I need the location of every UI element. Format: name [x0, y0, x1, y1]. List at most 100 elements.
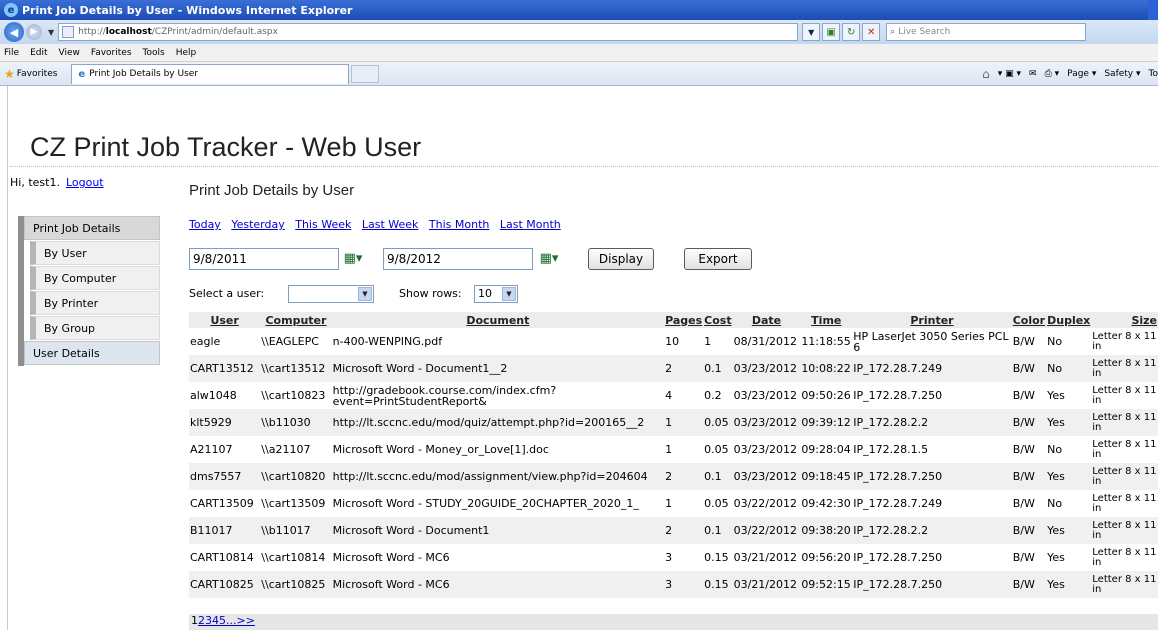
- menu-view[interactable]: View: [59, 48, 80, 58]
- nav-user-details[interactable]: User Details: [24, 341, 160, 365]
- mail-icon[interactable]: ✉: [1029, 69, 1037, 79]
- start-date-input[interactable]: 9/8/2011: [189, 248, 339, 270]
- window-title: Print Job Details by User - Windows Inte…: [22, 3, 353, 17]
- link-today[interactable]: Today: [189, 218, 221, 231]
- cell-time: 09:39:12: [800, 409, 853, 436]
- favorites-star-icon[interactable]: ★: [4, 67, 15, 81]
- export-button[interactable]: Export: [684, 248, 752, 270]
- page-link-next[interactable]: >>: [237, 614, 255, 627]
- compatibility-icon[interactable]: ▣: [822, 23, 841, 41]
- cell-computer: \\cart10814: [261, 551, 326, 564]
- nav-by-group[interactable]: By Group: [30, 316, 160, 340]
- chevron-down-icon[interactable]: ▼: [502, 287, 516, 301]
- header-computer[interactable]: Computer: [260, 312, 332, 328]
- header-size[interactable]: Size: [1091, 312, 1158, 328]
- browser-tab[interactable]: e Print Job Details by User: [71, 63, 350, 84]
- page-link-3[interactable]: 3: [205, 614, 212, 627]
- url-prefix: http://: [78, 27, 106, 37]
- cell-user: CART13509: [190, 497, 254, 510]
- page-link-4[interactable]: 4: [212, 614, 219, 627]
- user-select[interactable]: ▼: [288, 285, 374, 303]
- cell-document: http://gradebook.course.com/index.cfm?ev…: [332, 383, 557, 408]
- cell-size: Letter 8 x 11 in: [1092, 330, 1157, 352]
- cell-time: 09:56:20: [801, 551, 851, 564]
- nav-by-printer[interactable]: By Printer: [30, 291, 160, 315]
- cell-color: B/W: [1012, 551, 1035, 564]
- cell-document: Microsoft Word - STUDY_20GUIDE_20CHAPTER…: [332, 497, 639, 510]
- start-calendar-icon[interactable]: ▦▾: [342, 250, 364, 268]
- cell-computer: \\cart10820: [260, 463, 332, 490]
- end-calendar-icon[interactable]: ▦▾: [538, 250, 560, 268]
- page-link-more[interactable]: ...: [226, 614, 237, 627]
- menu-edit[interactable]: Edit: [30, 48, 47, 58]
- rows-select[interactable]: 10 ▼: [474, 285, 518, 303]
- cell-time: 09:50:26: [801, 389, 851, 402]
- cell-pages: 2: [664, 355, 704, 382]
- cell-computer: \\a21107: [261, 443, 311, 456]
- menu-help[interactable]: Help: [176, 48, 197, 58]
- date-quick-links: Today Yesterday This Week Last Week This…: [189, 218, 568, 231]
- forward-arrow-icon[interactable]: ▶: [26, 24, 42, 40]
- refresh-icon[interactable]: ↻: [842, 23, 861, 41]
- page-icon: [62, 26, 75, 38]
- cell-document: Microsoft Word - MC6: [331, 571, 665, 598]
- cell-duplex: No: [1046, 355, 1092, 382]
- cell-document: n-400-WENPING.pdf: [332, 335, 443, 348]
- cell-printer: IP_172.28.7.250: [852, 571, 1012, 598]
- url-field[interactable]: http://localhost/CZPrint/admin/default.a…: [58, 23, 799, 41]
- link-last-month[interactable]: Last Month: [500, 218, 561, 231]
- url-dropdown-icon[interactable]: ▼: [802, 23, 821, 41]
- nav-by-computer[interactable]: By Computer: [30, 266, 160, 290]
- link-this-month[interactable]: This Month: [429, 218, 489, 231]
- menu-favorites[interactable]: Favorites: [91, 48, 132, 58]
- page-menu[interactable]: Page ▾: [1067, 69, 1096, 79]
- table-row: A21107 \\a21107 Microsoft Word - Money_or_…: [189, 436, 1158, 463]
- cell-document: Microsoft Word - Money_or_Love[1].doc: [332, 443, 549, 456]
- window-controls[interactable]: [1148, 0, 1158, 20]
- command-bar: ⌂ ▾ ▣ ▾ ✉ ⎙ ▾ Page ▾ Safety ▾ To: [974, 62, 1158, 85]
- nav-by-user[interactable]: By User: [30, 241, 160, 265]
- new-tab-button[interactable]: [351, 64, 380, 83]
- search-input[interactable]: ⌕ Live Search: [886, 23, 1087, 41]
- cell-color: B/W: [1011, 409, 1047, 436]
- page-link-2[interactable]: 2: [198, 614, 205, 627]
- back-arrow-icon[interactable]: ◀: [4, 22, 24, 42]
- cell-pages: 2: [664, 463, 704, 490]
- header-duplex[interactable]: Duplex: [1046, 312, 1092, 328]
- chevron-down-icon[interactable]: ▼: [358, 287, 372, 301]
- print-icon[interactable]: ⎙ ▾: [1045, 69, 1060, 79]
- favorites-button[interactable]: Favorites: [17, 69, 58, 79]
- cell-duplex: No: [1047, 443, 1063, 456]
- cell-size: Letter 8 x 11 in: [1092, 438, 1157, 460]
- safety-menu[interactable]: Safety ▾: [1104, 69, 1140, 79]
- end-date-input[interactable]: 9/8/2012: [383, 248, 533, 270]
- display-button[interactable]: Display: [588, 248, 654, 270]
- nav-print-job-details[interactable]: Print Job Details: [24, 216, 160, 240]
- home-icon[interactable]: ⌂: [982, 67, 990, 81]
- cell-cost: 1: [704, 335, 712, 348]
- page-link-5[interactable]: 5: [219, 614, 226, 627]
- feeds-icon[interactable]: ▾ ▣ ▾: [998, 69, 1021, 79]
- header-date[interactable]: Date: [732, 312, 801, 328]
- table-row: CART13512 \\cart13512 Microsoft Word - Doc…: [189, 355, 1158, 382]
- menu-tools[interactable]: Tools: [143, 48, 165, 58]
- logout-link[interactable]: Logout: [66, 176, 104, 189]
- menu-file[interactable]: File: [4, 48, 19, 58]
- link-this-week[interactable]: This Week: [295, 218, 351, 231]
- cell-cost: 0.1: [703, 463, 733, 490]
- cell-cost: 0.05: [704, 497, 729, 510]
- cell-printer: IP_172.28.7.250: [853, 389, 943, 402]
- history-dropdown-icon[interactable]: ▼: [48, 28, 54, 37]
- link-last-week[interactable]: Last Week: [362, 218, 419, 231]
- link-yesterday[interactable]: Yesterday: [231, 218, 284, 231]
- header-time[interactable]: Time: [800, 312, 853, 328]
- cell-cost: 0.1: [703, 517, 733, 544]
- header-color[interactable]: Color: [1011, 312, 1047, 328]
- stop-icon[interactable]: ✕: [862, 23, 881, 41]
- header-user[interactable]: User: [189, 312, 261, 328]
- header-cost[interactable]: Cost: [703, 312, 733, 328]
- header-printer[interactable]: Printer: [852, 312, 1012, 328]
- tools-menu[interactable]: To: [1149, 69, 1158, 79]
- header-document[interactable]: Document: [331, 312, 665, 328]
- header-pages[interactable]: Pages: [664, 312, 704, 328]
